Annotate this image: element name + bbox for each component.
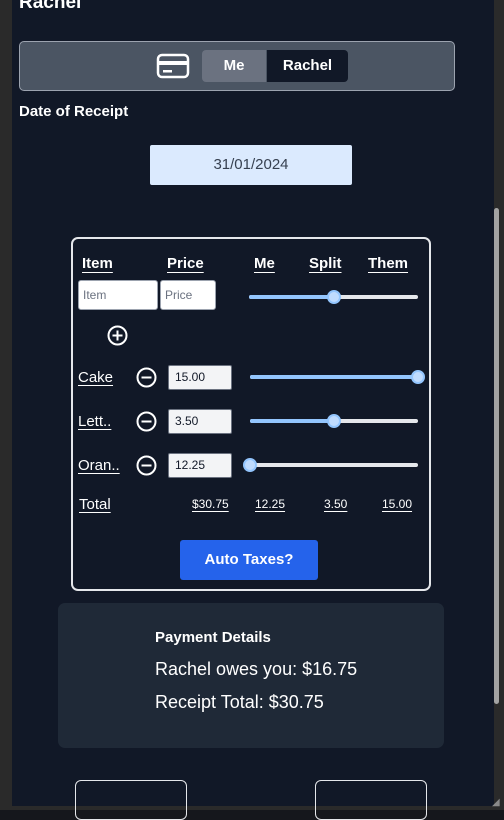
- scrollbar-thumb[interactable]: [494, 208, 499, 704]
- page-title: Rachel: [19, 0, 81, 14]
- minus-circle-icon[interactable]: [136, 411, 157, 432]
- row-split-slider[interactable]: [250, 368, 418, 386]
- row-item-label[interactable]: Cake: [78, 369, 113, 386]
- minus-circle-icon[interactable]: [136, 455, 157, 476]
- row-price-input[interactable]: 15.00: [168, 365, 232, 390]
- payer-option-me[interactable]: Me: [202, 50, 266, 82]
- new-price-input[interactable]: Price: [160, 280, 216, 310]
- row-item-label[interactable]: Oran..: [78, 457, 120, 474]
- row-item-label[interactable]: Lett..: [78, 413, 111, 430]
- total-price: $30.75: [192, 497, 229, 511]
- bottom-right-button[interactable]: [315, 780, 427, 820]
- date-field[interactable]: 31/01/2024: [150, 145, 352, 185]
- row-split-slider[interactable]: [250, 456, 418, 474]
- resize-grip-icon[interactable]: ◢: [492, 798, 502, 808]
- auto-taxes-button[interactable]: Auto Taxes?: [180, 540, 318, 580]
- total-split: 3.50: [324, 497, 347, 511]
- credit-card-icon: [156, 52, 190, 80]
- row-price-input[interactable]: 12.25: [168, 453, 232, 478]
- header-item: Item: [82, 255, 113, 272]
- bottom-left-button[interactable]: [75, 780, 187, 820]
- total-me: 12.25: [255, 497, 285, 511]
- payment-title: Payment Details: [155, 629, 271, 646]
- header-them: Them: [368, 255, 408, 272]
- row-split-slider[interactable]: [250, 412, 418, 430]
- plus-circle-icon[interactable]: [107, 325, 128, 346]
- header-price: Price: [167, 255, 204, 272]
- minus-circle-icon[interactable]: [136, 367, 157, 388]
- header-split: Split: [309, 255, 342, 272]
- payer-toggle: Me Rachel: [19, 41, 455, 91]
- new-item-input[interactable]: Item: [78, 280, 158, 310]
- row-price-input[interactable]: 3.50: [168, 409, 232, 434]
- owes-line: Rachel owes you: $16.75: [155, 659, 357, 680]
- date-label: Date of Receipt: [19, 103, 128, 120]
- header-me: Me: [254, 255, 275, 272]
- total-them: 15.00: [382, 497, 412, 511]
- payer-option-rachel[interactable]: Rachel: [267, 50, 348, 82]
- receipt-total-line: Receipt Total: $30.75: [155, 692, 324, 713]
- new-item-split-slider[interactable]: [249, 288, 418, 306]
- total-label: Total: [79, 496, 111, 513]
